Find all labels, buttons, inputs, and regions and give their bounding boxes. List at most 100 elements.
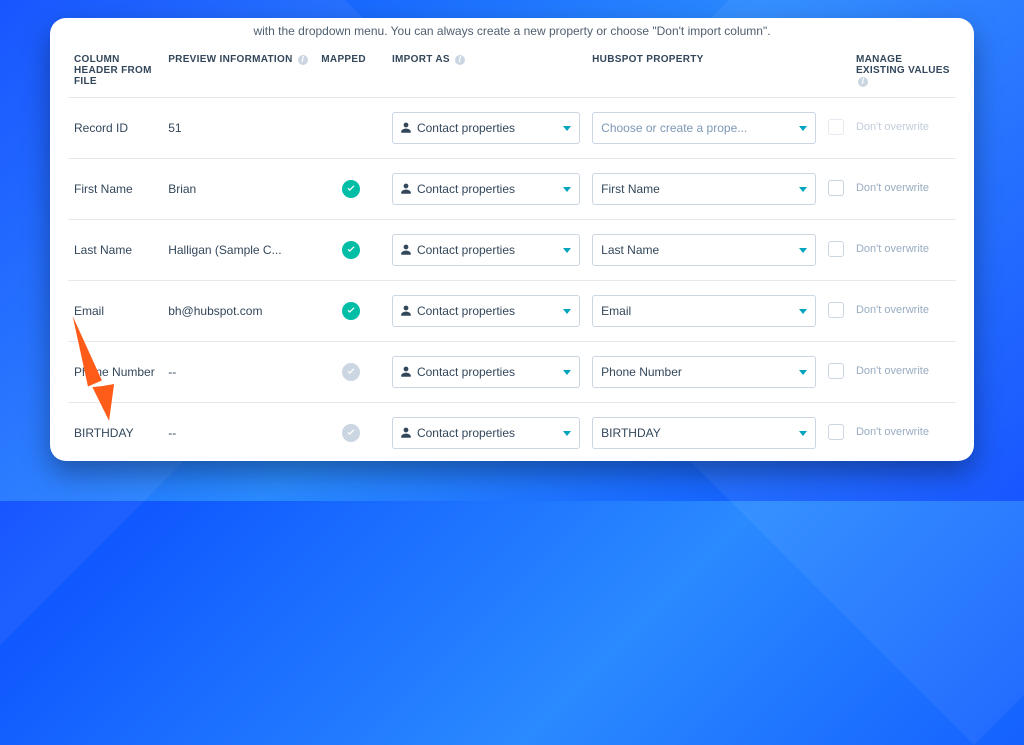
import-as-cell: Contact properties (386, 342, 586, 403)
hubspot-property-value: BIRTHDAY (601, 426, 661, 440)
import-as-select[interactable]: Contact properties (392, 234, 580, 266)
mapped-cell (315, 403, 386, 462)
info-icon[interactable]: i (455, 55, 465, 65)
overwrite-checkbox-cell (822, 281, 850, 342)
hubspot-property-value: Last Name (601, 243, 659, 257)
th-preview: PREVIEW INFORMATION i (162, 48, 315, 98)
intro-text: with the dropdown menu. You can always c… (68, 18, 956, 48)
hubspot-property-value: Email (601, 304, 631, 318)
th-import-as-label: IMPORT AS (392, 54, 450, 65)
import-as-select[interactable]: Contact properties (392, 112, 580, 144)
caret-down-icon (563, 431, 571, 436)
mapped-cell (315, 159, 386, 220)
import-as-cell: Contact properties (386, 159, 586, 220)
th-hubspot: HUBSPOT PROPERTY (586, 48, 822, 98)
table-row: First NameBrianContact propertiesFirst N… (68, 159, 956, 220)
info-icon[interactable]: i (858, 77, 868, 87)
overwrite-checkbox[interactable] (828, 241, 844, 257)
overwrite-checkbox-cell (822, 159, 850, 220)
import-mapping-card: with the dropdown menu. You can always c… (50, 18, 974, 461)
table-row: Phone Number--Contact propertiesPhone Nu… (68, 342, 956, 403)
import-as-value: Contact properties (417, 304, 515, 318)
overwrite-checkbox (828, 119, 844, 135)
table-row: Emailbh@hubspot.comContact propertiesEma… (68, 281, 956, 342)
caret-down-icon (563, 370, 571, 375)
mapped-cell (315, 98, 386, 159)
overwrite-label: Don't overwrite (850, 98, 956, 159)
preview-cell: Halligan (Sample C... (162, 220, 315, 281)
caret-down-icon (799, 187, 807, 192)
overwrite-label: Don't overwrite (850, 281, 956, 342)
preview-cell: -- (162, 403, 315, 462)
caret-down-icon (563, 187, 571, 192)
import-as-select[interactable]: Contact properties (392, 173, 580, 205)
import-as-cell: Contact properties (386, 98, 586, 159)
hubspot-property-select[interactable]: Choose or create a prope... (592, 112, 816, 144)
th-column: COLUMN HEADER FROM FILE (68, 48, 162, 98)
overwrite-label: Don't overwrite (850, 342, 956, 403)
caret-down-icon (799, 309, 807, 314)
table-row: Record ID51 Contact properties Choose or c… (68, 98, 956, 159)
hubspot-property-select[interactable]: Last Name (592, 234, 816, 266)
overwrite-checkbox[interactable] (828, 302, 844, 318)
preview-cell: Brian (162, 159, 315, 220)
overwrite-checkbox[interactable] (828, 424, 844, 440)
overwrite-checkbox-cell (822, 403, 850, 462)
import-as-value: Contact properties (417, 365, 515, 379)
hubspot-property-select[interactable]: Phone Number (592, 356, 816, 388)
caret-down-icon (799, 431, 807, 436)
column-header-cell: First Name (68, 159, 162, 220)
caret-down-icon (799, 370, 807, 375)
caret-down-icon (799, 248, 807, 253)
import-as-cell: Contact properties (386, 281, 586, 342)
preview-cell: bh@hubspot.com (162, 281, 315, 342)
preview-cell: 51 (162, 98, 315, 159)
hubspot-property-select[interactable]: Email (592, 295, 816, 327)
check-icon (342, 241, 360, 259)
overwrite-checkbox-cell (822, 342, 850, 403)
check-icon (342, 180, 360, 198)
overwrite-checkbox[interactable] (828, 363, 844, 379)
overwrite-label: Don't overwrite (850, 403, 956, 462)
import-as-cell: Contact properties (386, 403, 586, 462)
hubspot-property-cell: First Name (586, 159, 822, 220)
import-as-select[interactable]: Contact properties (392, 356, 580, 388)
th-preview-label: PREVIEW INFORMATION (168, 54, 292, 65)
th-mapped: MAPPED (315, 48, 386, 98)
import-as-cell: Contact properties (386, 220, 586, 281)
hubspot-property-value: Phone Number (601, 365, 682, 379)
mapped-cell (315, 281, 386, 342)
check-icon (342, 302, 360, 320)
column-header-cell: Last Name (68, 220, 162, 281)
import-as-value: Contact properties (417, 243, 515, 257)
hubspot-property-cell: Phone Number (586, 342, 822, 403)
info-icon[interactable]: i (298, 55, 308, 65)
hubspot-property-value: Choose or create a prope... (601, 121, 747, 135)
check-dim-icon (342, 363, 360, 381)
caret-down-icon (799, 126, 807, 131)
overwrite-label: Don't overwrite (850, 220, 956, 281)
mapped-cell (315, 220, 386, 281)
th-manage: MANAGE EXISTING VALUES i (850, 48, 956, 98)
mapped-cell (315, 342, 386, 403)
hubspot-property-cell: Choose or create a prope... (586, 98, 822, 159)
column-header-cell: Record ID (68, 98, 162, 159)
preview-cell: -- (162, 342, 315, 403)
mapping-table: COLUMN HEADER FROM FILE PREVIEW INFORMAT… (68, 48, 956, 461)
import-as-select[interactable]: Contact properties (392, 417, 580, 449)
hubspot-property-value: First Name (601, 182, 660, 196)
caret-down-icon (563, 126, 571, 131)
import-as-value: Contact properties (417, 426, 515, 440)
hubspot-property-cell: BIRTHDAY (586, 403, 822, 462)
hubspot-property-cell: Email (586, 281, 822, 342)
overwrite-label: Don't overwrite (850, 159, 956, 220)
table-row: BIRTHDAY--Contact propertiesBIRTHDAYDon'… (68, 403, 956, 462)
table-row: Last NameHalligan (Sample C...Contact pr… (68, 220, 956, 281)
th-import-as: IMPORT AS i (386, 48, 586, 98)
check-dim-icon (342, 424, 360, 442)
overwrite-checkbox-cell (822, 98, 850, 159)
import-as-select[interactable]: Contact properties (392, 295, 580, 327)
hubspot-property-select[interactable]: First Name (592, 173, 816, 205)
overwrite-checkbox[interactable] (828, 180, 844, 196)
hubspot-property-select[interactable]: BIRTHDAY (592, 417, 816, 449)
